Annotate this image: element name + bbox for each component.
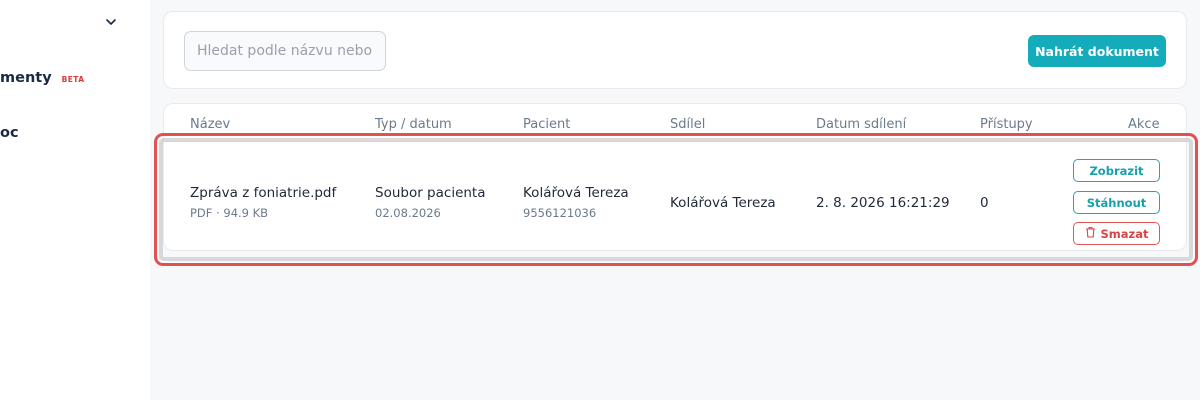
sidebar-item-label: oc: [0, 125, 19, 141]
view-button-label: Zobrazit: [1089, 163, 1144, 178]
document-type: Soubor pacienta: [375, 185, 486, 201]
column-header-access: Přístupy: [980, 117, 1033, 132]
delete-button-label: Smazat: [1100, 226, 1149, 241]
download-button[interactable]: Stáhnout: [1073, 191, 1160, 214]
beta-badge: BETA: [61, 74, 85, 84]
search-input[interactable]: [184, 31, 386, 71]
chevron-down-icon[interactable]: [104, 14, 118, 28]
table-row: Zpráva z foniatrie.pdf PDF · 94.9 KB Sou…: [164, 141, 1186, 251]
column-header-shared-by: Sdílel: [670, 117, 706, 132]
column-header-patient: Pacient: [523, 117, 571, 132]
patient-name: Kolářová Tereza: [523, 185, 629, 201]
patient-id: 9556121036: [523, 206, 597, 220]
documents-page: menty BETA oc Nahrát dokument Název Typ …: [0, 0, 1200, 400]
shared-at: 2. 8. 2026 16:21:29: [816, 195, 950, 211]
column-header-type-date: Typ / datum: [375, 117, 452, 132]
column-header-name: Název: [190, 117, 231, 132]
upload-document-button[interactable]: Nahrát dokument: [1028, 35, 1166, 67]
shared-by: Kolářová Tereza: [670, 195, 776, 211]
document-file-meta: PDF · 94.9 KB: [190, 206, 269, 220]
sidebar-item-label: menty: [0, 70, 52, 86]
sidebar-item-help[interactable]: oc: [0, 122, 19, 144]
sidebar-item-documents[interactable]: menty BETA: [0, 67, 84, 89]
document-name[interactable]: Zpráva z foniatrie.pdf: [190, 185, 336, 201]
sidebar: menty BETA oc: [0, 0, 150, 400]
toolbar-card: Nahrát dokument: [163, 11, 1187, 89]
column-header-shared-at: Datum sdílení: [816, 117, 907, 132]
trash-icon: [1085, 226, 1096, 241]
document-date: 02.08.2026: [375, 206, 441, 220]
column-header-actions: Akce: [1128, 117, 1160, 132]
view-button[interactable]: Zobrazit: [1073, 159, 1160, 182]
download-button-label: Stáhnout: [1086, 195, 1147, 210]
documents-table: Název Typ / datum Pacient Sdílel Datum s…: [163, 103, 1187, 251]
delete-button[interactable]: Smazat: [1073, 222, 1160, 245]
access-count: 0: [980, 195, 989, 211]
